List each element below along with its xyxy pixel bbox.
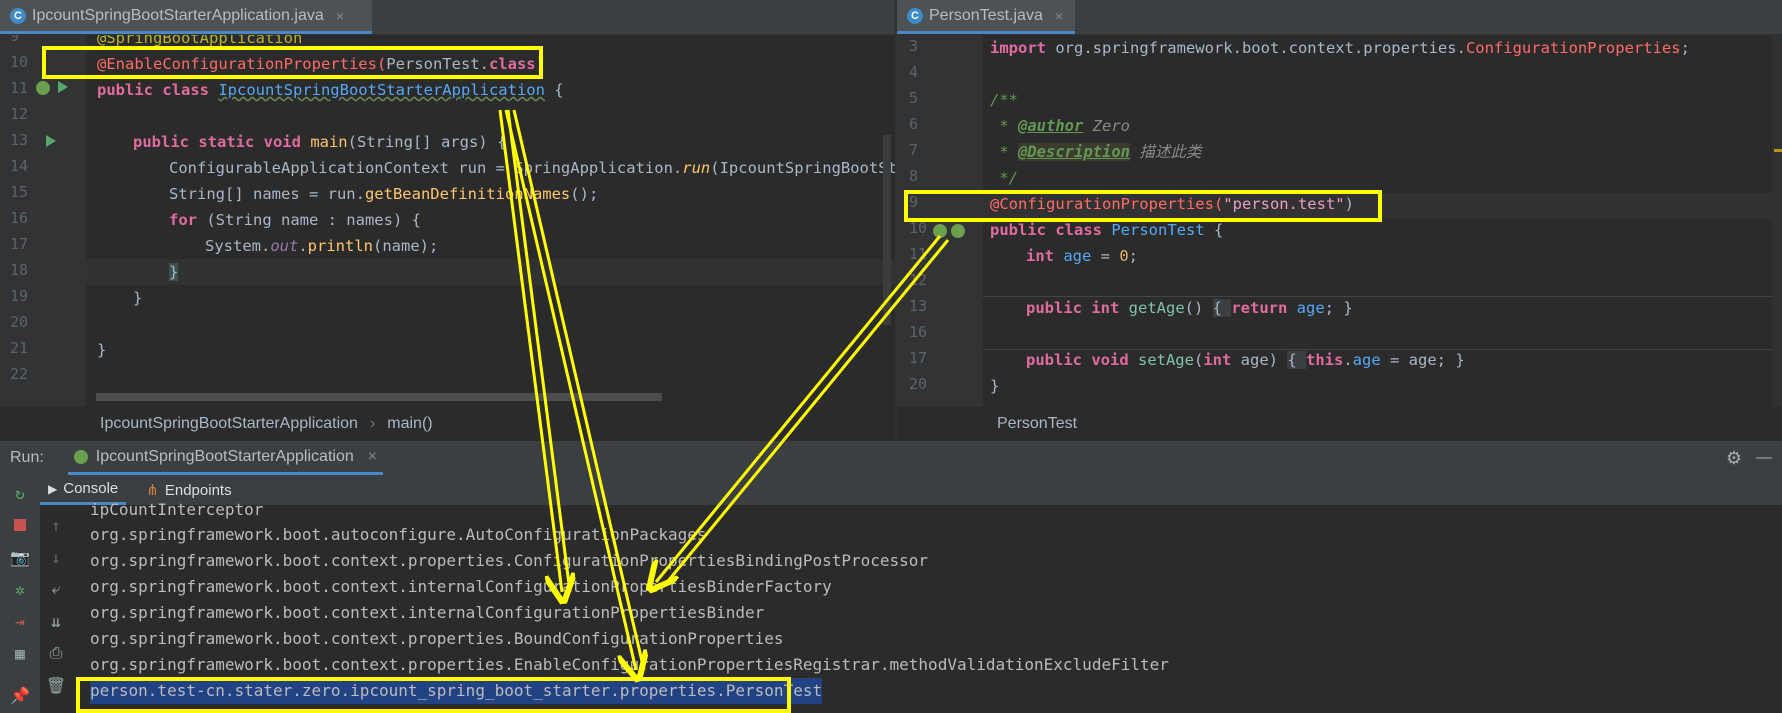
arrow-from-persontest (656, 235, 950, 586)
annotation-arrows (498, 109, 950, 713)
arrow-to-persontest-line (504, 109, 644, 670)
arrow-to-binder-factory (498, 109, 570, 592)
